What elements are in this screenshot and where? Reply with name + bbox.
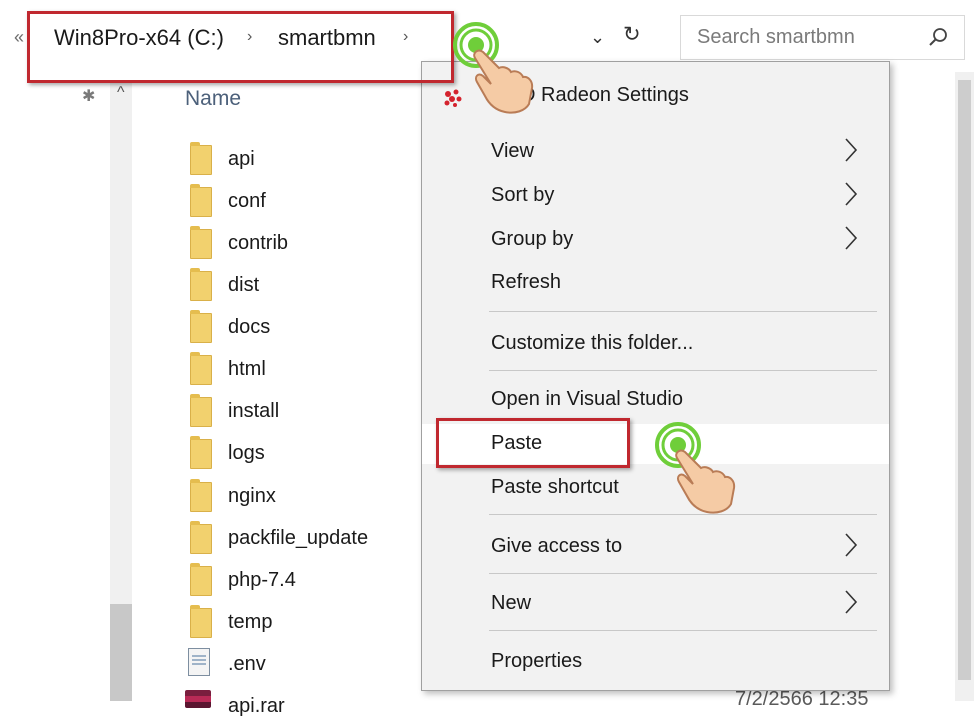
menu-item-properties[interactable]: Properties bbox=[422, 642, 889, 682]
folder-icon bbox=[190, 268, 212, 301]
list-item[interactable]: temp bbox=[185, 601, 415, 643]
list-item[interactable]: api bbox=[185, 138, 415, 180]
file-list-scrollbar-thumb[interactable] bbox=[958, 80, 971, 680]
chevron-right-icon bbox=[845, 138, 858, 162]
date-modified-cell: 7/2/2566 12:35 bbox=[735, 688, 869, 710]
menu-separator bbox=[489, 514, 877, 515]
chevron-right-icon bbox=[845, 533, 858, 557]
paste-highlight-box bbox=[436, 418, 630, 468]
list-item[interactable]: install bbox=[185, 390, 415, 432]
folder-icon bbox=[190, 142, 212, 175]
nav-scrollbar-thumb[interactable] bbox=[110, 604, 132, 701]
list-item[interactable]: logs bbox=[185, 432, 415, 474]
folder-icon bbox=[190, 521, 212, 554]
file-name: .env bbox=[228, 653, 266, 675]
folder-icon bbox=[190, 563, 212, 596]
folder-name: php-7.4 bbox=[228, 569, 296, 591]
list-item[interactable]: conf bbox=[185, 180, 415, 222]
menu-item-label: Open in Visual Studio bbox=[491, 388, 683, 410]
folder-icon bbox=[190, 310, 212, 343]
menu-item-label: Properties bbox=[491, 650, 583, 672]
hand-pointer-icon bbox=[453, 22, 534, 114]
folder-name: conf bbox=[228, 190, 266, 212]
menu-item-give-access-to[interactable]: Give access to bbox=[422, 527, 889, 567]
chevron-up-icon[interactable]: ^ bbox=[117, 84, 125, 102]
menu-separator bbox=[489, 311, 877, 312]
folder-icon bbox=[190, 479, 212, 512]
list-item[interactable]: nginx bbox=[185, 475, 415, 517]
list-item[interactable]: html bbox=[185, 348, 415, 390]
menu-item-label: Sort by bbox=[491, 184, 555, 206]
folder-name: html bbox=[228, 358, 266, 380]
search-icon[interactable] bbox=[928, 26, 950, 48]
menu-item-sort-by[interactable]: Sort by bbox=[422, 176, 889, 216]
menu-item-group-by[interactable]: Group by bbox=[422, 220, 889, 260]
menu-item-label: New bbox=[491, 592, 532, 614]
chevron-right-icon bbox=[845, 590, 858, 614]
pin-icon[interactable]: ✱ bbox=[82, 86, 95, 106]
hand-pointer-icon bbox=[655, 422, 736, 514]
folder-icon bbox=[190, 352, 212, 385]
menu-item-label: Paste shortcut bbox=[491, 476, 619, 498]
menu-item-view[interactable]: View bbox=[422, 132, 889, 172]
rar-archive-icon bbox=[185, 690, 211, 708]
list-item[interactable]: dist bbox=[185, 264, 415, 306]
menu-item-customize-folder[interactable]: Customize this folder... bbox=[422, 324, 889, 364]
folder-name: contrib bbox=[228, 232, 289, 254]
menu-item-label: Give access to bbox=[491, 535, 623, 557]
menu-separator bbox=[489, 370, 877, 371]
menu-item-refresh[interactable]: Refresh bbox=[422, 263, 889, 303]
list-item[interactable]: packfile_update bbox=[185, 517, 415, 559]
folder-name: api bbox=[228, 148, 255, 170]
list-item[interactable]: .env bbox=[185, 643, 415, 685]
refresh-icon[interactable]: ↻ bbox=[623, 22, 641, 47]
menu-item-label: Customize this folder... bbox=[491, 332, 694, 354]
back-history-icon[interactable]: « bbox=[14, 27, 24, 48]
folder-name: logs bbox=[228, 442, 265, 464]
menu-separator bbox=[489, 573, 877, 574]
folder-icon bbox=[190, 436, 212, 469]
folder-icon bbox=[190, 394, 212, 427]
folder-name: nginx bbox=[228, 485, 276, 507]
menu-item-label: View bbox=[491, 140, 534, 162]
chevron-right-icon bbox=[845, 226, 858, 250]
menu-separator bbox=[489, 630, 877, 631]
folder-icon bbox=[190, 605, 212, 638]
breadcrumb-highlight-box bbox=[27, 11, 454, 83]
list-item[interactable]: contrib bbox=[185, 222, 415, 264]
address-dropdown-icon[interactable]: ⌄ bbox=[590, 27, 605, 48]
folder-icon bbox=[190, 184, 212, 217]
folder-name: packfile_update bbox=[228, 527, 369, 549]
menu-item-label: Refresh bbox=[491, 271, 562, 293]
file-name: api.rar bbox=[228, 695, 285, 717]
menu-item-new[interactable]: New bbox=[422, 584, 889, 624]
folder-icon bbox=[190, 226, 212, 259]
folder-name: install bbox=[228, 400, 280, 422]
context-menu: AMD Radeon Settings View Sort by Group b… bbox=[421, 61, 890, 691]
column-header-name[interactable]: Name bbox=[185, 87, 241, 111]
list-item[interactable]: php-7.4 bbox=[185, 559, 415, 601]
list-item[interactable]: api.rar bbox=[185, 685, 415, 727]
menu-item-label: Group by bbox=[491, 228, 574, 250]
folder-name: docs bbox=[228, 316, 271, 338]
chevron-right-icon bbox=[845, 182, 858, 206]
folder-name: dist bbox=[228, 274, 260, 296]
search-placeholder: Search smartbmn bbox=[697, 26, 855, 48]
list-item[interactable]: docs bbox=[185, 306, 415, 348]
search-input[interactable]: Search smartbmn bbox=[680, 15, 965, 60]
folder-name: temp bbox=[228, 611, 273, 633]
text-file-icon bbox=[188, 648, 210, 676]
